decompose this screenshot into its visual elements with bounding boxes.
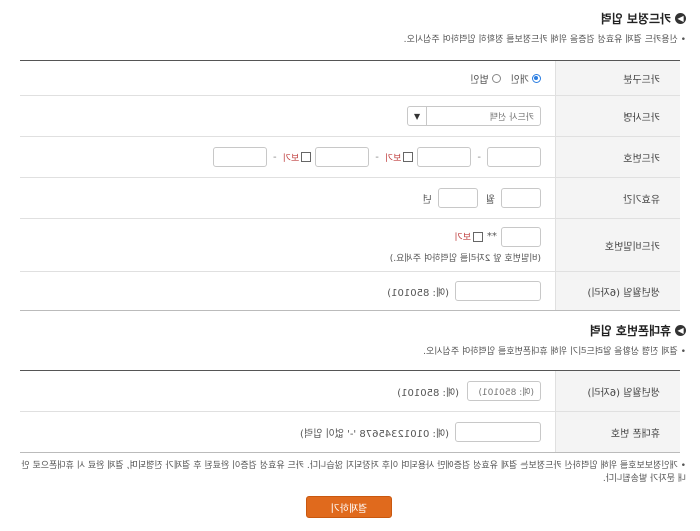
expiry-cell: 월 년 xyxy=(20,188,555,208)
expiry-year-unit: 년 xyxy=(422,194,432,206)
card-number-sep-1: - xyxy=(477,151,481,163)
contact-birth-label: 생년월일 (6자리) xyxy=(555,371,680,411)
contact-table: 생년월일 (6자리) (예: 850101) (예: 850101) 휴대폰 번… xyxy=(20,370,680,453)
show-text-1: 보기 xyxy=(384,153,402,164)
card-type-label: 카드구분 xyxy=(555,61,680,95)
card-password-label: 카드비밀번호 xyxy=(555,219,680,271)
card-birth-row: 생년월일 (6자리) (예: 850101) xyxy=(20,272,680,310)
chevron-right-circle-icon-2: ▶ xyxy=(675,325,686,336)
card-number-label: 카드번호 xyxy=(555,137,680,177)
bottom-note: • 개인정보보호를 위해 입력하신 카드정보는 결제 유효성 검증에만 사용되며… xyxy=(21,461,686,484)
radio-corporate[interactable] xyxy=(491,73,501,83)
contact-birth-cell: (예: 850101) (예: 850101) xyxy=(20,381,555,401)
card-company-select[interactable]: 카드사 선택 ▼ xyxy=(407,106,541,126)
card-password-input[interactable] xyxy=(501,226,541,247)
contact-birth-row: 생년월일 (6자리) (예: 850101) (예: 850101) xyxy=(20,371,680,412)
show-text-2: 보기 xyxy=(282,153,300,164)
chevron-right-circle-icon: ▶ xyxy=(675,13,686,24)
submit-button[interactable]: 결제하기 xyxy=(306,496,392,518)
card-number-sep-3: - xyxy=(273,151,277,163)
card-birth-cell: (예: 850101) xyxy=(20,281,555,301)
card-number-input-2[interactable] xyxy=(417,147,472,167)
page: ▶ 카드정보 입력 • 신용카드 결제 유효성 검증을 위해 카드정보를 정확히… xyxy=(0,0,700,531)
contact-section-note: • 결제 진행 상황을 알려드리기 위해 휴대폰번호를 입력하여 주십시오. xyxy=(423,347,686,357)
card-type-corporate-option[interactable]: 법인 xyxy=(470,71,501,86)
card-password-row: 카드비밀번호 ** 보기 (비밀번호 앞 2자리를 입력하여 주세요.) xyxy=(20,219,680,272)
card-birth-input[interactable] xyxy=(455,281,541,301)
password-show-text: 보기 xyxy=(454,233,471,243)
card-type-corporate-label: 법인 xyxy=(470,74,489,86)
contact-section-title-text: 휴대폰번호 입력 xyxy=(589,324,671,338)
expiry-month-unit: 월 xyxy=(485,194,495,206)
card-company-select-value: 카드사 선택 xyxy=(489,112,534,123)
show-checkbox-2[interactable] xyxy=(301,152,312,162)
expiry-month-input[interactable] xyxy=(501,188,541,208)
contact-birth-example: (예: 850101) xyxy=(397,387,459,399)
password-show-checkbox[interactable] xyxy=(473,231,483,242)
card-number-row: 카드번호 - 보기 - 보기 - xyxy=(20,137,680,178)
card-number-input-4[interactable] xyxy=(213,147,268,167)
card-company-cell: 카드사 선택 ▼ xyxy=(20,106,555,126)
phone-input[interactable] xyxy=(455,422,541,442)
card-section-title-text: 카드정보 입력 xyxy=(600,12,671,26)
show-checkbox-1[interactable] xyxy=(403,152,414,162)
card-type-row: 카드구분 개인 법인 xyxy=(20,61,680,96)
expiry-year-input[interactable] xyxy=(437,188,478,208)
card-type-personal-label: 개인 xyxy=(510,74,529,86)
card-number-input-3[interactable] xyxy=(315,147,370,167)
expiry-label: 유효기간 xyxy=(555,178,680,218)
card-company-label: 카드사명 xyxy=(555,96,680,136)
card-section-title: ▶ 카드정보 입력 xyxy=(601,10,686,27)
card-number-show-2[interactable]: 보기 xyxy=(283,151,312,164)
card-type-personal-option[interactable]: 개인 xyxy=(511,71,541,86)
card-info-table: 카드구분 개인 법인 카드사명 카드사 선택 ▼ 카드번호 - 보기 - 보기 … xyxy=(20,60,680,311)
card-password-suffix: ** xyxy=(487,231,497,242)
card-birth-example: (예: 850101) xyxy=(387,287,449,299)
chevron-down-icon[interactable]: ▼ xyxy=(408,107,427,125)
phone-row: 휴대폰 번호 (예: 01012345678 '-' 없이 입력) xyxy=(20,412,680,452)
card-number-sep-2: - xyxy=(375,151,379,163)
card-number-show-1[interactable]: 보기 xyxy=(385,151,414,164)
card-birth-label: 생년월일 (6자리) xyxy=(555,272,680,310)
phone-label: 휴대폰 번호 xyxy=(555,412,680,452)
phone-example: (예: 01012345678 '-' 없이 입력) xyxy=(300,428,449,440)
contact-section-title: ▶ 휴대폰번호 입력 xyxy=(590,322,686,339)
card-type-cell: 개인 법인 xyxy=(20,71,555,86)
radio-personal[interactable] xyxy=(532,73,541,83)
card-number-input-1[interactable] xyxy=(487,147,541,167)
card-password-note: (비밀번호 앞 2자리를 입력하여 주세요.) xyxy=(389,253,541,264)
card-password-line: ** 보기 xyxy=(454,226,541,247)
card-number-cell: - 보기 - 보기 - xyxy=(20,147,555,167)
expiry-row: 유효기간 월 년 xyxy=(20,178,680,219)
card-password-cell: ** 보기 (비밀번호 앞 2자리를 입력하여 주세요.) xyxy=(20,226,555,264)
card-section-note: • 신용카드 결제 유효성 검증을 위해 카드정보를 정확히 입력하여 주십시오… xyxy=(403,35,686,45)
card-password-show[interactable]: 보기 xyxy=(454,230,483,243)
phone-cell: (예: 01012345678 '-' 없이 입력) xyxy=(20,422,555,442)
contact-birth-input[interactable]: (예: 850101) xyxy=(467,381,541,401)
card-company-row: 카드사명 카드사 선택 ▼ xyxy=(20,96,680,137)
